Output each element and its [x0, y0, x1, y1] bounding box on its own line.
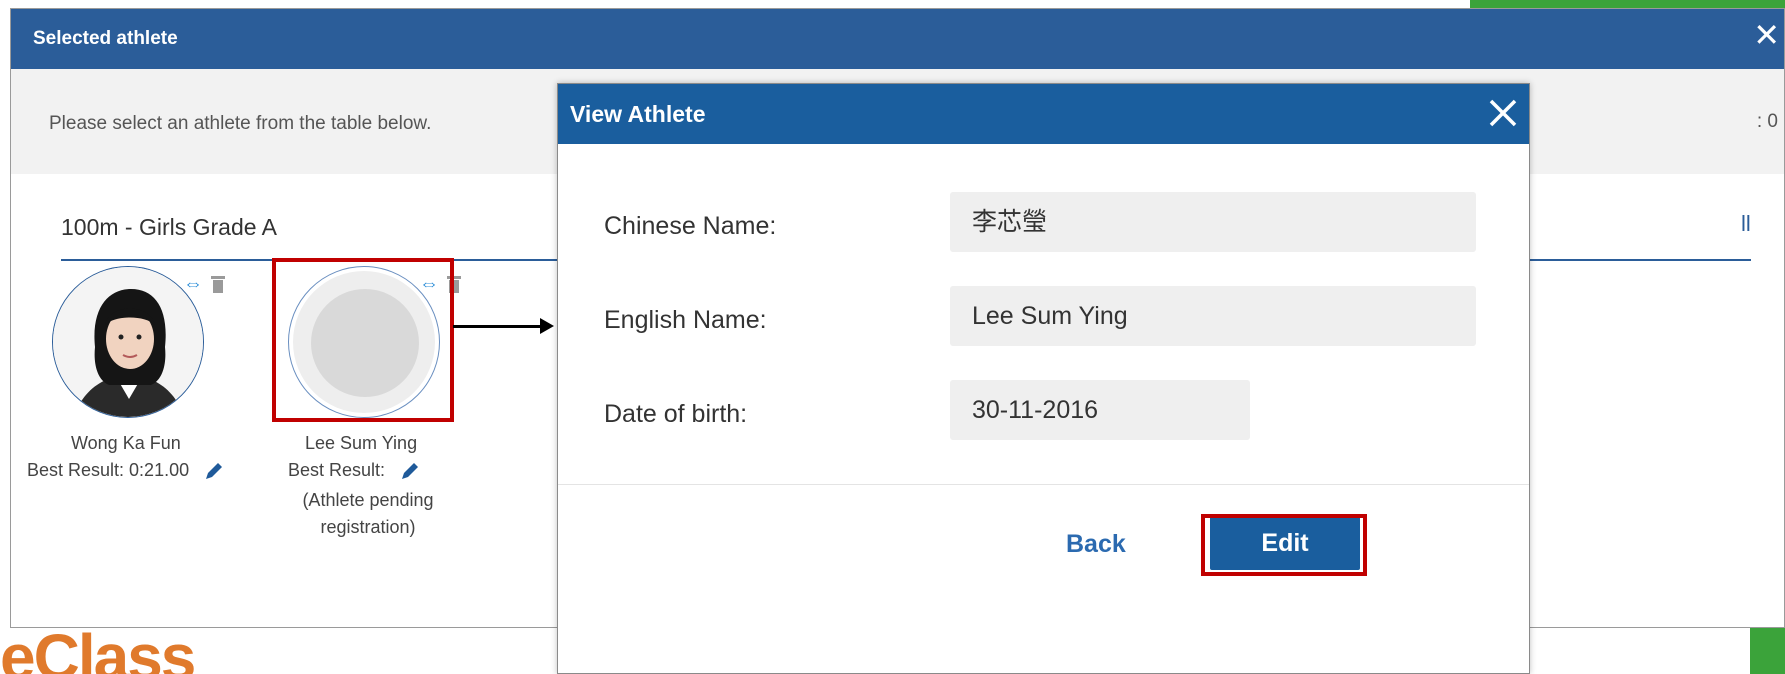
annotation-arrow-head [540, 318, 554, 334]
athlete-best-result: Best Result: 0:21.00 [27, 460, 224, 481]
best-result-text: Best Result: 0:21.00 [27, 460, 190, 480]
trash-icon[interactable] [211, 275, 225, 293]
chinese-name-label: Chinese Name: [604, 212, 777, 240]
panel-header: Selected athlete ✕ [11, 9, 1784, 69]
pencil-icon[interactable] [400, 461, 420, 481]
panel-title: Selected athlete [33, 28, 178, 49]
annotation-arrow [453, 325, 543, 328]
date-of-birth-field: 30-11-2016 [950, 380, 1250, 440]
dialog-title: View Athlete [570, 101, 706, 127]
close-icon[interactable] [1481, 91, 1525, 135]
athlete-best-result: Best Result: [288, 460, 420, 481]
swap-icon[interactable]: ⇔ [183, 273, 203, 296]
instruction-text: Please select an athlete from the table … [49, 113, 432, 134]
athlete-name: Lee Sum Ying [305, 433, 418, 453]
english-name-field: Lee Sum Ying [950, 286, 1476, 346]
avatar[interactable] [52, 266, 204, 418]
english-name-label: English Name: [604, 306, 767, 334]
view-all-link[interactable]: ll [1741, 211, 1751, 237]
panel-close-icon[interactable]: ✕ [1753, 19, 1780, 51]
selection-count: : 0 [1756, 111, 1778, 132]
dialog-divider [558, 484, 1529, 485]
chinese-name-field: 李芯瑩 [950, 192, 1476, 252]
event-title: 100m - Girls Grade A [61, 214, 278, 240]
best-result-text: Best Result: [288, 460, 386, 480]
back-button[interactable]: Back [1066, 530, 1126, 559]
athlete-name: Wong Ka Fun [71, 433, 181, 453]
date-of-birth-label: Date of birth: [604, 400, 748, 428]
highlight-box [1201, 514, 1367, 576]
view-athlete-dialog: View Athlete Chinese Name: 李芯瑩 English N… [557, 83, 1530, 674]
athlete-photo [53, 267, 203, 417]
highlight-box [272, 258, 454, 422]
dialog-header: View Athlete [558, 84, 1529, 144]
pending-registration-note: (Athlete pending registration) [302, 490, 434, 537]
pencil-icon[interactable] [204, 461, 224, 481]
